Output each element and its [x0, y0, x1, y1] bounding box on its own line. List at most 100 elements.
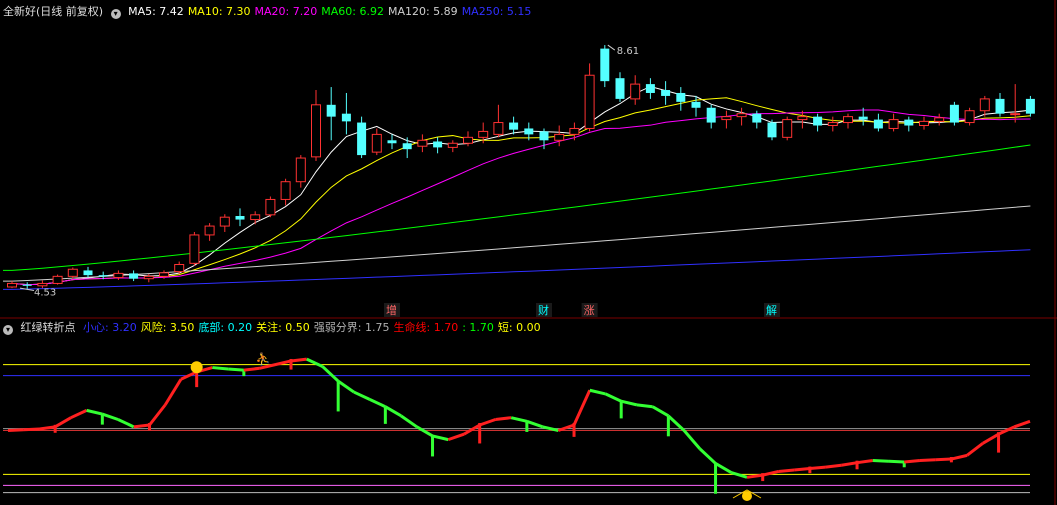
candle-body [129, 273, 139, 279]
indicator-segment [825, 463, 842, 469]
indicator-segment [872, 458, 889, 463]
ma-label-2: MA20: 7.20 [254, 5, 318, 18]
indicator-segment [1013, 419, 1031, 429]
candle-body [509, 122, 519, 130]
stock-chart-window: 8.61 4.53 增财涨解 ⛹ 全新好(日线 前复权) ▾ MA5: 7.42 MA1… [0, 0, 1057, 505]
indicator-label-2: 底部: 0.20 [198, 321, 253, 334]
indicator-segment [778, 468, 795, 473]
candle-body [645, 84, 655, 93]
candle-body [615, 78, 625, 99]
candle-body [767, 122, 777, 138]
indicator-segment [841, 461, 858, 467]
indicator-label-6: : 1.70 [462, 321, 494, 334]
indicator-segment [510, 416, 528, 423]
candle-body [782, 119, 793, 138]
event-label: 解 [766, 303, 777, 317]
indicator-segment [620, 399, 638, 407]
indicator-bar [619, 401, 623, 419]
candle-body [949, 104, 959, 123]
indicator-label-7: 短: 0.00 [497, 321, 541, 334]
ma-label-0: MA5: 7.42 [128, 5, 184, 18]
bottom-title: 红绿转折点 [20, 321, 76, 334]
candle-body [219, 216, 230, 227]
indicator-bar [666, 415, 670, 437]
candle-body [387, 140, 397, 144]
indicator-segment [117, 418, 135, 429]
candle-body [357, 122, 367, 156]
event-label: 财 [538, 303, 549, 317]
indicator-segment [651, 405, 670, 418]
bottom-header: ▾ 红绿转折点 小心: 3.20 风险: 3.50 底部: 0.20 关注: 0.50… [3, 320, 549, 336]
candle-body [52, 275, 63, 284]
candle-body [83, 270, 93, 276]
indicator-label-5: 生命线: 1.70 [393, 321, 459, 334]
indicator-segment [479, 418, 496, 427]
candle-body [22, 284, 32, 286]
indicator-bar [336, 381, 340, 412]
indicator-label-1: 风险: 3.50 [140, 321, 195, 334]
candle-body [280, 181, 291, 200]
indicator-segment [982, 432, 1000, 445]
candle-body [174, 264, 185, 273]
indicator-segment [526, 419, 544, 429]
collapse-icon[interactable]: ▾ [3, 325, 13, 335]
indicator-segment [337, 379, 355, 394]
candle-body [706, 107, 716, 123]
collapse-icon[interactable]: ▾ [110, 9, 121, 19]
candle-body [676, 92, 686, 102]
ma-label-1: MA10: 7.30 [187, 5, 251, 18]
indicator-segment [306, 357, 324, 368]
candle-body [433, 141, 443, 148]
indicator-segment [7, 428, 24, 432]
candle-body [858, 116, 868, 120]
candle-body [295, 157, 306, 183]
indicator-segment [101, 412, 119, 421]
indicator-segment [163, 378, 183, 406]
indicator-label-0: 小心: 3.20 [83, 321, 137, 334]
indicator-segment [904, 458, 921, 464]
candle-body [964, 110, 975, 124]
candle-body [341, 113, 351, 122]
top-header: 全新好(日线 前复权) ▾ MA5: 7.42 MA10: 7.30 MA20: 7… [3, 4, 539, 20]
ma-line-ma60 [3, 144, 1031, 271]
indicator-segment [495, 416, 512, 422]
candle-body [752, 113, 762, 123]
indicator-bar [431, 435, 435, 457]
indicator-segment [542, 425, 559, 432]
indicator-segment [353, 390, 371, 401]
indicator-segment [636, 403, 653, 409]
candle-body [584, 74, 595, 129]
indicator-segment [951, 453, 968, 461]
ma-label-3: MA60: 6.92 [321, 5, 384, 18]
indicator-segment [557, 423, 575, 432]
indicator-segment [604, 392, 622, 403]
candle-body [265, 198, 276, 216]
indicator-segment [274, 359, 292, 367]
event-label: 增 [386, 303, 397, 317]
indicator-segment [794, 467, 811, 472]
candle-body [189, 234, 200, 264]
ma-label-5: MA250: 5.15 [461, 5, 532, 18]
candle-body [630, 83, 641, 100]
indicator-segment [463, 423, 481, 436]
indicator-segment [70, 409, 88, 420]
indicator-segment [935, 457, 952, 462]
candle-body [1025, 98, 1035, 114]
indicator-segment [243, 366, 260, 372]
indicator-segment [589, 388, 606, 396]
candle-body [843, 116, 853, 124]
indicator-segment [572, 389, 592, 426]
candle-body [143, 275, 154, 280]
candle-body [524, 128, 534, 135]
candle-body [569, 127, 580, 135]
indicator-segment [228, 367, 244, 372]
candle-body [979, 98, 990, 112]
candle-body [98, 275, 108, 277]
indicator-legend: 小心: 3.20 风险: 3.50 底部: 0.20 关注: 0.50 强弱分界: 1.… [83, 321, 545, 334]
ma-legend: MA5: 7.42 MA10: 7.30 MA20: 7.20 MA60: 6.92 M… [128, 5, 535, 18]
indicator-bar [714, 463, 718, 494]
indicator-segment [384, 405, 402, 418]
indicator-segment [432, 434, 449, 442]
candle-body [113, 272, 124, 279]
top-title: 全新好(日线 前复权) [3, 5, 104, 18]
